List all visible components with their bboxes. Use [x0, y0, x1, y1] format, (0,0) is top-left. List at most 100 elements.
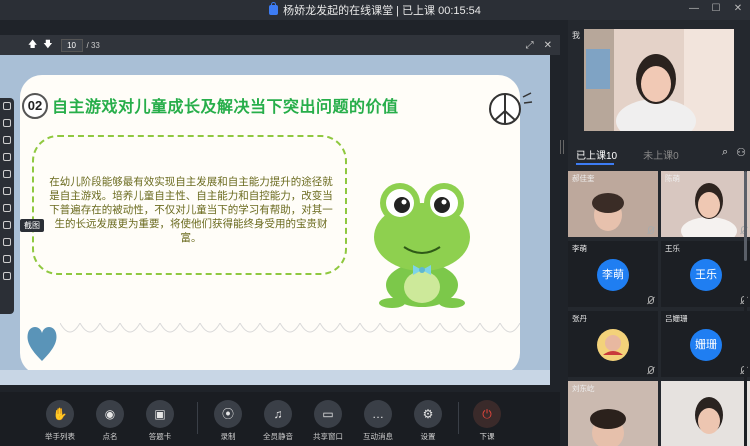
- document-toolbar: 🡅 🡇 10 / 33 ⤢ ✕: [0, 35, 560, 55]
- avatar: 姗珊: [690, 329, 722, 361]
- participant-name: 郝佳奎: [572, 174, 595, 183]
- pen-icon[interactable]: [3, 153, 11, 161]
- participant-name: 刘东屹: [572, 384, 595, 393]
- mute-all-button[interactable]: ♫ 全员静音: [256, 400, 300, 442]
- participant-tile[interactable]: 李萌 李萌: [568, 241, 658, 307]
- control-label: 答题卡: [148, 432, 172, 441]
- select-icon[interactable]: [3, 102, 11, 110]
- title-bar: 杨娇龙发起的在线课堂 | 已上课 00:15:54 — ☐ ✕: [0, 0, 750, 20]
- participant-tile[interactable]: 王乐 王乐: [661, 241, 750, 307]
- mic-muted-icon: [648, 296, 654, 304]
- location-icon: ◉: [96, 400, 124, 428]
- teacher-video-frame: [584, 29, 734, 131]
- avatar: 李萌: [597, 259, 629, 291]
- screenshot-tooltip: 截图: [20, 219, 44, 232]
- lock-icon: [269, 2, 279, 15]
- control-label: 下课: [479, 432, 495, 441]
- teacher-video[interactable]: [584, 29, 734, 131]
- participant-tile[interactable]: 郝佳奎: [568, 171, 658, 237]
- gear-icon: ⚙: [414, 400, 442, 428]
- control-label: 全员静音: [263, 432, 293, 441]
- drawing-toolbar: [0, 98, 14, 314]
- tab-not-attended[interactable]: 未上课0: [643, 147, 679, 162]
- participants-panel: 我 已上课10 未上课0 ⌕ ⚇ 郝佳奎 陈萌 李萌 李萌 王乐 王乐 张丹 吕…: [568, 20, 750, 446]
- card-icon: ▣: [146, 400, 174, 428]
- participant-tile[interactable]: 张丹: [568, 311, 658, 377]
- undo-icon[interactable]: [3, 221, 11, 229]
- active-tab-indicator: [576, 163, 614, 165]
- control-label: 点名: [102, 432, 118, 441]
- slide-title: 自主游戏对儿童成长及解决当下突出问题的价值: [52, 99, 399, 116]
- participant-name: 李萌: [572, 244, 587, 253]
- share-window-icon: ▭: [314, 400, 342, 428]
- add-user-icon[interactable]: ⚇: [736, 146, 746, 159]
- participant-tile[interactable]: 陈萌: [661, 171, 750, 237]
- divider: [197, 402, 198, 434]
- mute-all-icon: ♫: [264, 400, 292, 428]
- mic-muted-icon: [648, 366, 654, 374]
- window-title: 杨娇龙发起的在线课堂 | 已上课 00:15:54: [283, 5, 481, 17]
- frog-illustration: [374, 183, 470, 308]
- participant-scrollbar-thumb[interactable]: [744, 171, 747, 261]
- toolbox-icon[interactable]: [3, 272, 11, 280]
- participant-name: 陈萌: [665, 174, 680, 183]
- bottom-control-bar: ✋ 举手列表 ◉ 点名 ▣ 答题卡 ⦿ 录制 ♫ 全员静音 ▭ 共享窗口 … 互…: [0, 392, 560, 446]
- shape-icon[interactable]: [3, 170, 11, 178]
- slide-area: 02 自主游戏对儿童成长及解决当下突出问题的价值 在幼儿阶段能够最有效实现自主发…: [0, 55, 550, 385]
- panel-tools: ⌕ ⚇: [722, 146, 746, 159]
- record-button[interactable]: ⦿ 录制: [206, 400, 250, 442]
- participant-video: [661, 381, 750, 446]
- search-icon[interactable]: ⌕: [722, 146, 728, 159]
- close-icon[interactable]: ✕: [732, 3, 744, 14]
- classroom-app: 杨娇龙发起的在线课堂 | 已上课 00:15:54 — ☐ ✕ 🡅 🡇 10 /…: [0, 0, 750, 446]
- avatar: 王乐: [690, 259, 722, 291]
- participant-tile[interactable]: [661, 381, 750, 446]
- peace-sign-icon: [489, 92, 533, 125]
- close-document-icon[interactable]: ✕: [544, 40, 552, 51]
- self-label: 我: [572, 31, 580, 40]
- text-icon[interactable]: [3, 187, 11, 195]
- scalloped-edge: [60, 323, 520, 333]
- page-down-icon[interactable]: 🡇: [43, 37, 52, 53]
- record-icon: ⦿: [214, 400, 242, 428]
- fullscreen-icon[interactable]: ⤢: [526, 40, 534, 51]
- mic-muted-icon: [648, 226, 654, 234]
- control-label: 录制: [220, 432, 236, 441]
- participant-tile[interactable]: 吕姗珊 姗珊: [661, 311, 750, 377]
- avatar: [597, 329, 629, 361]
- page-total: / 33: [86, 40, 100, 50]
- end-class-button[interactable]: ⏻ 下课: [465, 400, 509, 442]
- tab-attended[interactable]: 已上课10: [576, 147, 617, 162]
- power-icon: ⏻: [473, 400, 501, 428]
- participant-tile[interactable]: 刘东屹: [568, 381, 658, 446]
- hand-icon: ✋: [46, 400, 74, 428]
- raise-hand-list-button[interactable]: ✋ 举手列表: [38, 400, 82, 442]
- panel-resize-handle[interactable]: [560, 140, 564, 154]
- control-label: 举手列表: [45, 432, 75, 441]
- page-up-icon[interactable]: 🡅: [28, 37, 37, 53]
- settings-button[interactable]: ⚙ 设置: [406, 400, 450, 442]
- roll-call-button[interactable]: ◉ 点名: [88, 400, 132, 442]
- laser-pointer-icon[interactable]: [3, 119, 11, 127]
- interactive-messages-button[interactable]: … 互动消息: [356, 400, 400, 442]
- minimize-icon[interactable]: —: [688, 3, 700, 14]
- chat-icon: …: [364, 400, 392, 428]
- share-window-button[interactable]: ▭ 共享窗口: [306, 400, 350, 442]
- window-controls: — ☐ ✕: [688, 3, 744, 14]
- answer-card-button[interactable]: ▣ 答题卡: [138, 400, 182, 442]
- eraser-icon[interactable]: [3, 238, 11, 246]
- cursor-icon[interactable]: [3, 136, 11, 144]
- divider: [458, 402, 459, 434]
- participant-name: 吕姗珊: [665, 314, 688, 323]
- scissors-icon[interactable]: [3, 204, 11, 212]
- page-number-input[interactable]: 10: [60, 38, 83, 52]
- control-label: 共享窗口: [313, 432, 343, 441]
- document-window-tools: ⤢ ✕: [526, 40, 552, 51]
- control-label: 设置: [420, 432, 436, 441]
- participant-name: 王乐: [665, 244, 680, 253]
- clear-icon[interactable]: [3, 255, 11, 263]
- maximize-icon[interactable]: ☐: [710, 3, 722, 14]
- section-number: 02: [22, 93, 48, 119]
- heart-decoration: [27, 327, 57, 361]
- next-slide-preview: [0, 370, 550, 385]
